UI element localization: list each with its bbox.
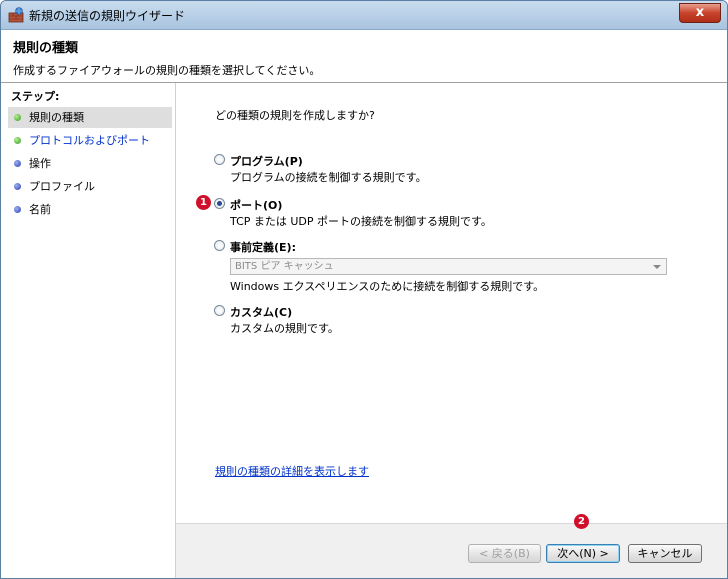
- steps-sidebar: ステップ: 規則の種類 プロトコルおよびポート 操作 プロファイル 名前: [1, 83, 176, 578]
- rule-type-help-link[interactable]: 規則の種類の詳細を表示します: [215, 463, 369, 479]
- page-subtitle: 作成するファイアウォールの規則の種類を選択してください。: [13, 64, 321, 77]
- custom-radio[interactable]: [214, 305, 225, 316]
- sidebar-item-profile[interactable]: プロファイル: [8, 176, 172, 197]
- question-text: どの種類の規則を作成しますか?: [215, 109, 375, 122]
- sidebar-item-protocol-port[interactable]: プロトコルおよびポート: [8, 130, 172, 151]
- callout-badge-2: 2: [574, 514, 589, 529]
- port-option-label[interactable]: ポート(O): [230, 197, 282, 213]
- step-complete-icon: [14, 114, 21, 121]
- step-pending-icon: [14, 160, 21, 167]
- next-button[interactable]: 次へ(N) >: [546, 544, 620, 563]
- close-icon: x: [695, 5, 705, 20]
- main-content: どの種類の規則を作成しますか? プログラム(P) プログラムの接続を制御する規則…: [176, 83, 727, 578]
- predefined-select[interactable]: BITS ピア キャッシュ: [230, 258, 667, 275]
- program-option-description: プログラムの接続を制御する規則です。: [230, 171, 427, 184]
- step-complete-icon: [14, 137, 21, 144]
- custom-option-label[interactable]: カスタム(C): [230, 304, 292, 320]
- sidebar-item-label: 名前: [29, 203, 51, 216]
- sidebar-item-label: 操作: [29, 157, 51, 170]
- program-option-label[interactable]: プログラム(P): [230, 153, 303, 169]
- sidebar-item-rule-type[interactable]: 規則の種類: [8, 107, 172, 128]
- sidebar-item-label: プロファイル: [29, 180, 95, 193]
- callout-badge-1: 1: [196, 195, 211, 210]
- wizard-window: 新規の送信の規則ウイザード x 規則の種類 作成するファイアウォールの規則の種類…: [0, 0, 728, 579]
- page-title: 規則の種類: [13, 41, 79, 56]
- step-pending-icon: [14, 206, 21, 213]
- sidebar-item-name[interactable]: 名前: [8, 199, 172, 220]
- window-title: 新規の送信の規則ウイザード: [29, 9, 186, 23]
- predefined-option-label[interactable]: 事前定義(E):: [230, 239, 296, 255]
- back-button[interactable]: < 戻る(B): [468, 544, 541, 563]
- title-bar: 新規の送信の規則ウイザード x: [1, 1, 727, 30]
- predefined-select-value: BITS ピア キャッシュ: [235, 261, 334, 272]
- sidebar-item-label: 規則の種類: [29, 111, 84, 124]
- program-radio[interactable]: [214, 154, 225, 165]
- predefined-option-description: Windows エクスペリエンスのために接続を制御する規則です。: [230, 280, 545, 293]
- port-radio[interactable]: [214, 198, 225, 209]
- firewall-icon: [8, 7, 24, 23]
- wizard-header: 規則の種類 作成するファイアウォールの規則の種類を選択してください。: [1, 30, 727, 83]
- step-pending-icon: [14, 183, 21, 190]
- predefined-radio[interactable]: [214, 240, 225, 251]
- button-bar: 2 < 戻る(B) 次へ(N) > キャンセル: [176, 514, 727, 578]
- steps-heading: ステップ:: [11, 90, 60, 103]
- cancel-button[interactable]: キャンセル: [628, 544, 702, 563]
- close-button[interactable]: x: [679, 3, 721, 23]
- custom-option-description: カスタムの規則です。: [230, 322, 339, 335]
- chevron-down-icon: [653, 265, 661, 269]
- sidebar-item-action[interactable]: 操作: [8, 153, 172, 174]
- port-option-description: TCP または UDP ポートの接続を制御する規則です。: [230, 215, 492, 228]
- sidebar-item-label: プロトコルおよびポート: [29, 134, 150, 147]
